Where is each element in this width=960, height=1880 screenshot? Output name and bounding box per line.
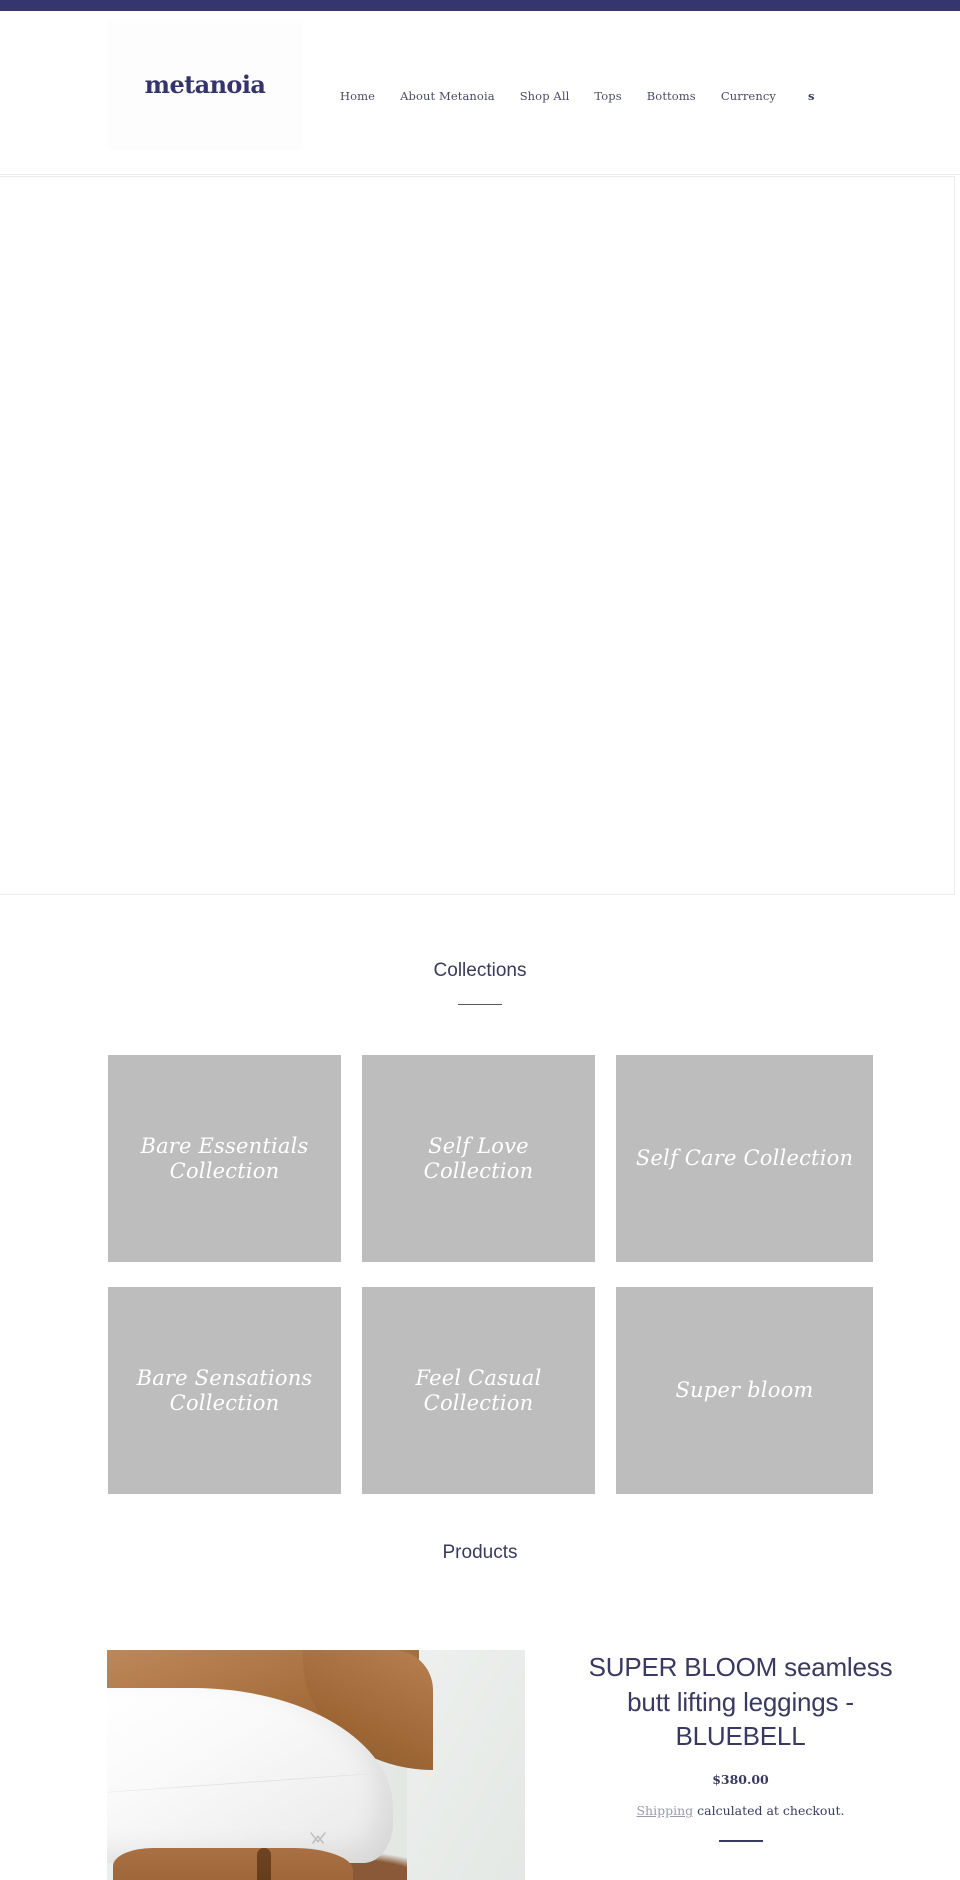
product-image[interactable] [107, 1650, 525, 1880]
collection-tile-label: Self Care Collection [635, 1146, 854, 1171]
nav-item-bottoms[interactable]: Bottoms [647, 90, 696, 103]
nav-item-currency[interactable]: Currency [721, 90, 776, 103]
hero-banner[interactable] [0, 176, 955, 895]
brand-mark-icon [310, 1832, 326, 1844]
collection-tile-self-love[interactable]: Self Love Collection [362, 1055, 595, 1262]
nav-item-extra[interactable]: s [808, 90, 814, 103]
main-navigation: Home About Metanoia Shop All Tops Bottom… [340, 90, 776, 103]
products-title: Products [442, 1542, 518, 1563]
collections-header: Collections [0, 895, 960, 1005]
collections-title-rule [458, 1003, 502, 1005]
nav-item-home[interactable]: Home [340, 90, 375, 103]
collection-tile-bare-essentials[interactable]: Bare Essentials Collection [108, 1055, 341, 1262]
collection-tile-label: Bare Sensations Collection [136, 1366, 313, 1415]
collections-section: Collections Bare Essentials Collection S… [0, 895, 960, 1494]
collection-tile-bare-sensations[interactable]: Bare Sensations Collection [108, 1287, 341, 1494]
collection-tile-self-care[interactable]: Self Care Collection [616, 1055, 873, 1262]
collection-tile-feel-casual[interactable]: Feel Casual Collection [362, 1287, 595, 1494]
product-shipping-note: Shipping calculated at checkout. [573, 1803, 908, 1819]
product-photo [107, 1650, 525, 1880]
nav-item-tops[interactable]: Tops [594, 90, 621, 103]
product-row: SUPER BLOOM seamless butt lifting leggin… [0, 1650, 960, 1880]
product-divider [718, 1839, 763, 1842]
photo-garment-seam [107, 1773, 371, 1794]
logo-text: metanoia [144, 70, 266, 99]
logo[interactable]: metanoia [107, 20, 303, 150]
nav-item-shop-all[interactable]: Shop All [520, 90, 570, 103]
collections-grid: Bare Essentials Collection Self Love Col… [108, 1055, 873, 1494]
collections-title: Collections [433, 960, 527, 981]
products-header: Products [0, 1468, 960, 1565]
top-accent-bar [0, 0, 960, 11]
collection-tile-label: Self Love Collection [423, 1134, 534, 1183]
collection-tile-super-bloom[interactable]: Super bloom [616, 1287, 873, 1494]
site-header: metanoia Home About Metanoia Shop All To… [0, 11, 960, 175]
collection-tile-label: Feel Casual Collection [415, 1366, 542, 1415]
nav-item-about-metanoia[interactable]: About Metanoia [400, 90, 495, 103]
products-section: Products SUPER BLOOM seamless butt lifti… [0, 1468, 960, 1880]
product-info: SUPER BLOOM seamless butt lifting leggin… [525, 1650, 960, 1842]
photo-legs [113, 1848, 353, 1880]
shipping-policy-link[interactable]: Shipping [636, 1803, 693, 1818]
product-title[interactable]: SUPER BLOOM seamless butt lifting leggin… [573, 1650, 908, 1754]
photo-leg-gap [257, 1848, 271, 1880]
collection-tile-label: Super bloom [675, 1378, 814, 1403]
collection-tile-label: Bare Essentials Collection [140, 1134, 309, 1183]
product-price: $380.00 [712, 1771, 769, 1787]
shipping-note-text: calculated at checkout. [693, 1803, 845, 1819]
